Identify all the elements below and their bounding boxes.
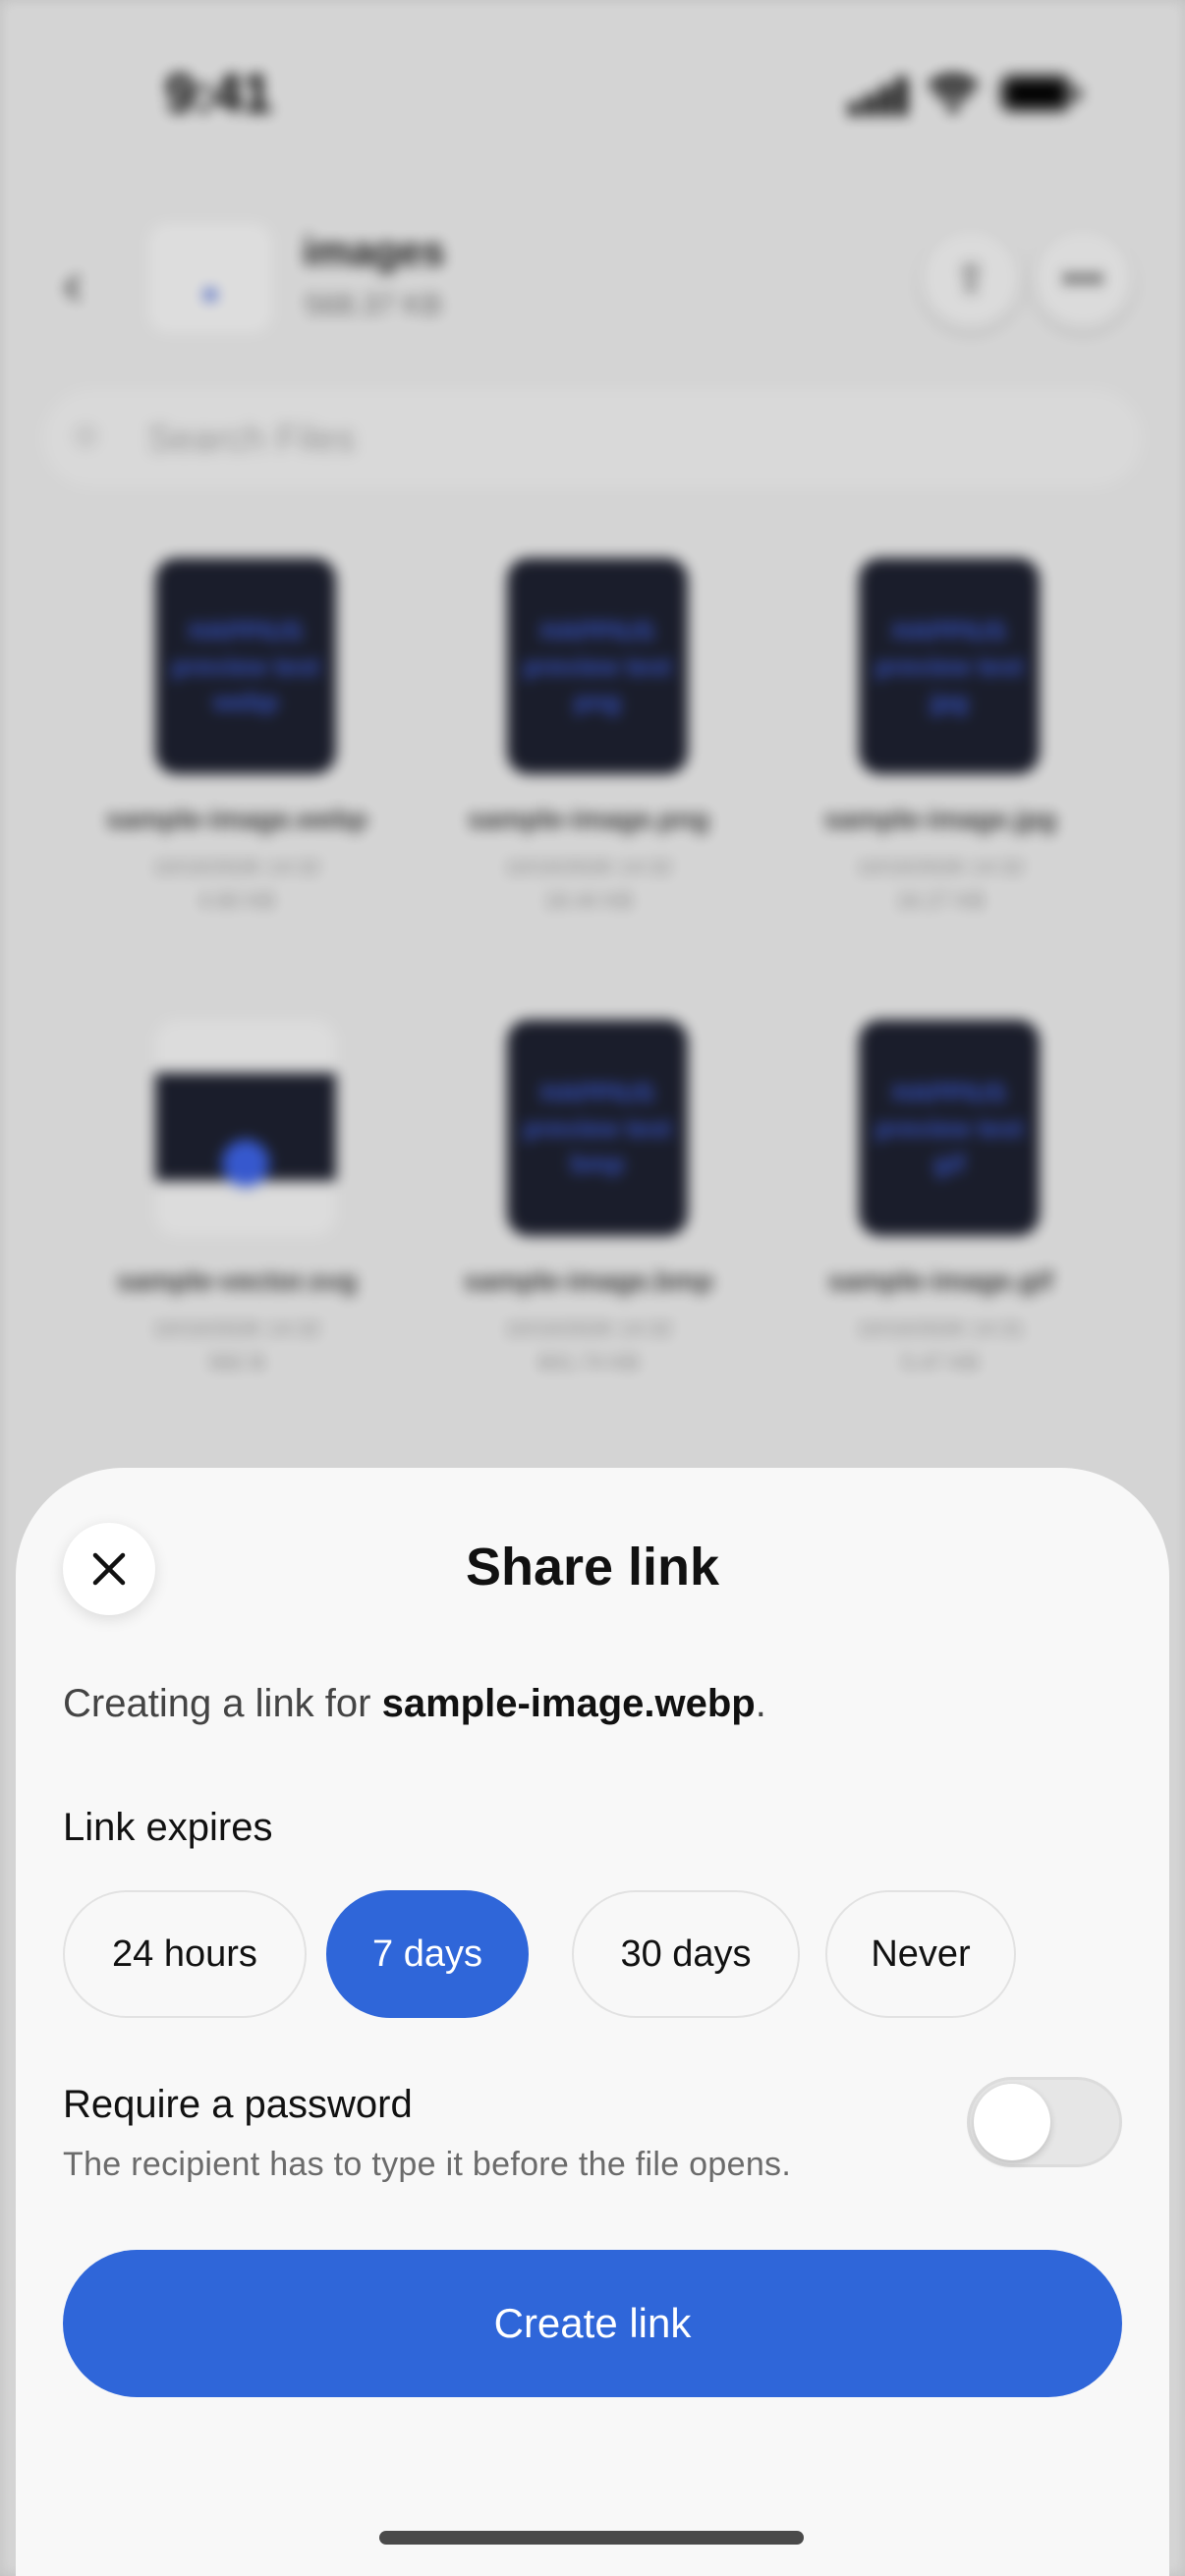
expiry-option-24-hours[interactable]: 24 hours (63, 1890, 307, 2018)
expiry-option-never[interactable]: Never (825, 1890, 1016, 2018)
require-password-label: Require a password (63, 2083, 413, 2126)
link-expires-label: Link expires (63, 1806, 273, 1849)
home-indicator (379, 2531, 804, 2545)
sheet-title: Share link (465, 1538, 720, 1596)
expiry-option-7-days[interactable]: 7 days (326, 1890, 529, 2018)
sheet-description: Creating a link for sample-image.webp. (63, 1682, 766, 1726)
create-link-button[interactable]: Create link (63, 2250, 1122, 2397)
require-password-description: The recipient has to type it before the … (63, 2146, 792, 2183)
description-prefix: Creating a link for (63, 1682, 382, 1725)
share-link-sheet: Share link Creating a link for sample-im… (16, 1468, 1169, 2576)
expiry-option-30-days[interactable]: 30 days (572, 1890, 800, 2018)
require-password-toggle[interactable] (967, 2077, 1122, 2167)
description-filename: sample-image.webp (381, 1682, 756, 1725)
description-suffix: . (755, 1682, 766, 1725)
toggle-knob (974, 2084, 1050, 2160)
